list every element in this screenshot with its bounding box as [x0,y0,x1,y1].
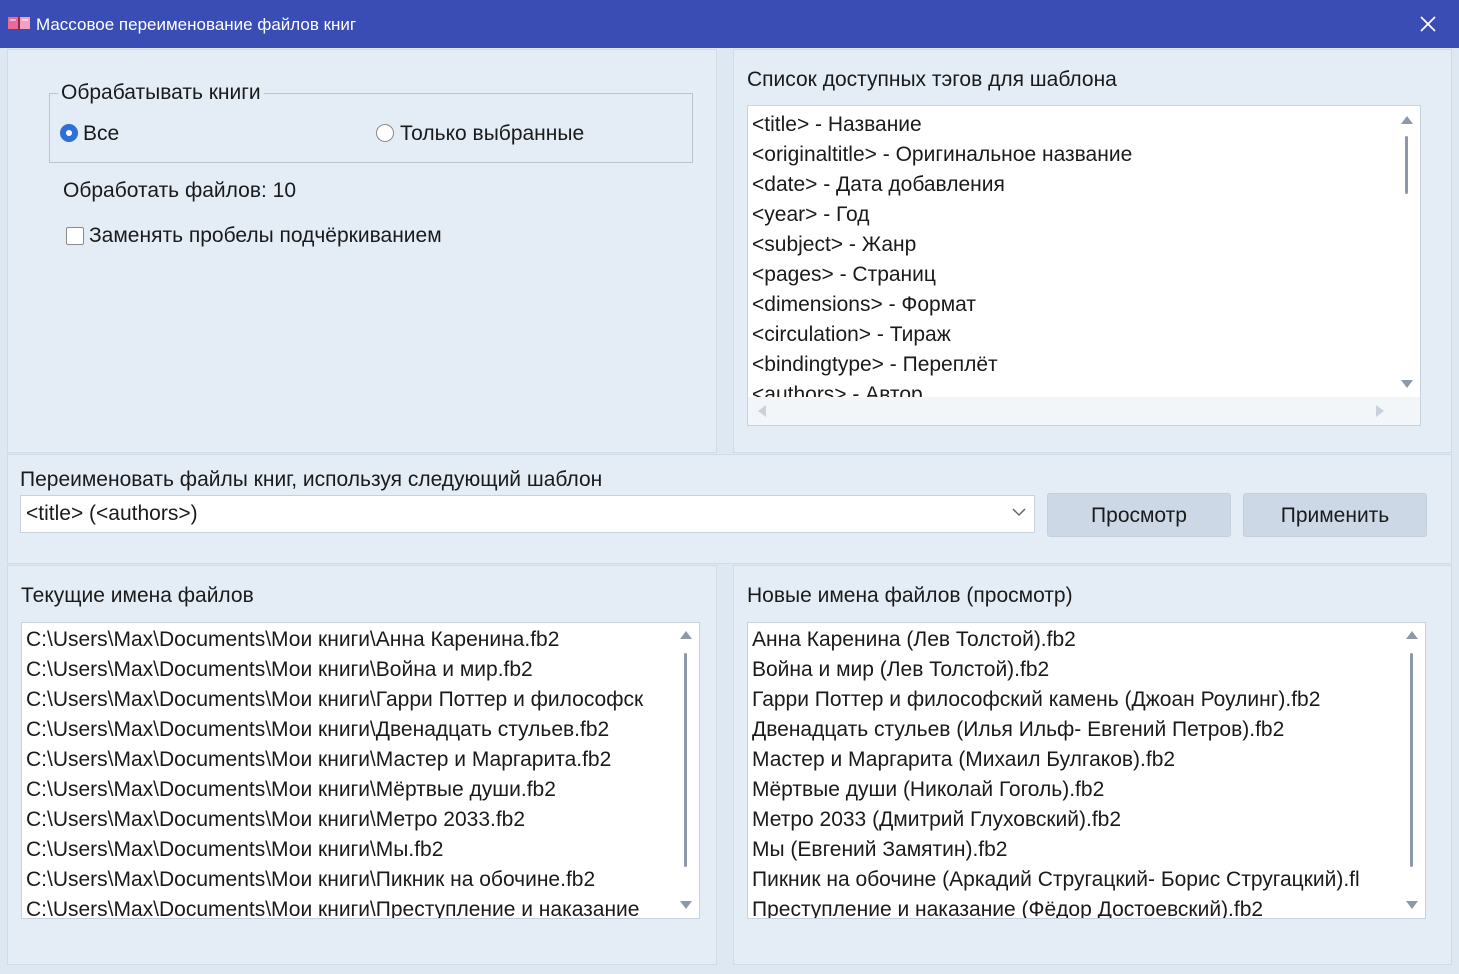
template-combobox[interactable]: <title> (<authors>) [20,495,1035,533]
preview-button[interactable]: Просмотр [1047,493,1231,537]
list-item[interactable]: <dimensions> - Формат [752,290,976,320]
files-count: Обработать файлов: 10 [63,179,296,202]
tags-title: Список доступных тэгов для шаблона [747,68,1117,91]
close-icon [1420,16,1436,32]
tags-vscrollbar[interactable] [1394,106,1420,398]
chevron-down-icon[interactable] [1012,508,1026,517]
current-files-vscrollbar[interactable] [673,623,699,918]
list-item[interactable]: Война и мир (Лев Толстой).fb2 [752,655,1049,685]
template-label: Переименовать файлы книг, используя след… [20,468,603,491]
new-files-vscrollbar[interactable] [1399,623,1425,918]
list-item[interactable]: Мы (Евгений Замятин).fb2 [752,835,1008,865]
list-item[interactable]: C:\Users\Max\Documents\Мои книги\Мёртвые… [26,775,556,805]
tags-list[interactable]: <title> - Название <originaltitle> - Ори… [747,105,1421,426]
apply-button[interactable]: Применить [1243,493,1427,537]
new-files-list[interactable]: Анна Каренина (Лев Толстой).fb2 Война и … [747,622,1426,919]
title-bar: Массовое переименование файлов книг [0,0,1459,48]
list-item[interactable]: Мастер и Маргарита (Михаил Булгаков).fb2 [752,745,1175,775]
list-item[interactable]: C:\Users\Max\Documents\Мои книги\Война и… [26,655,533,685]
list-item[interactable]: <subject> - Жанр [752,230,916,260]
scroll-thumb[interactable] [684,653,687,867]
radio-selected-label[interactable]: Только выбранные [400,122,584,146]
scroll-down-arrow-icon[interactable] [1406,901,1418,909]
list-item[interactable]: <year> - Год [752,200,869,230]
list-item[interactable]: C:\Users\Max\Documents\Мои книги\Метро 2… [26,805,525,835]
list-item[interactable]: Двенадцать стульев (Илья Ильф- Евгений П… [752,715,1284,745]
list-item[interactable]: C:\Users\Max\Documents\Мои книги\Анна Ка… [26,625,559,655]
tags-hscrollbar[interactable] [748,397,1420,425]
list-item[interactable]: Метро 2033 (Дмитрий Глуховский).fb2 [752,805,1121,835]
replace-spaces-label[interactable]: Заменять пробелы подчёркиванием [89,224,442,248]
list-item[interactable]: <title> - Название [752,110,922,140]
template-value[interactable]: <title> (<authors>) [26,502,198,526]
list-item[interactable]: Анна Каренина (Лев Толстой).fb2 [752,625,1076,655]
list-item[interactable]: C:\Users\Max\Documents\Мои книги\Гарри П… [26,685,643,715]
scroll-thumb[interactable] [1405,136,1408,194]
list-item[interactable]: Пикник на обочине (Аркадий Стругацкий- Б… [752,865,1360,895]
list-item[interactable]: C:\Users\Max\Documents\Мои книги\Двенадц… [26,715,609,745]
window-title: Массовое переименование файлов книг [36,15,357,34]
scroll-left-arrow-icon[interactable] [758,405,766,417]
list-item[interactable]: <date> - Дата добавления [752,170,1005,200]
list-item[interactable]: C:\Users\Max\Documents\Мои книги\Мастер … [26,745,611,775]
list-item[interactable]: <pages> - Страниц [752,260,936,290]
list-item[interactable]: <circulation> - Тираж [752,320,951,350]
replace-spaces-checkbox[interactable] [66,227,84,245]
list-item[interactable]: <bindingtype> - Переплёт [752,350,998,380]
process-legend: Обрабатывать книги [58,81,264,105]
radio-all[interactable] [60,124,78,142]
list-item[interactable]: C:\Users\Max\Documents\Мои книги\Мы.fb2 [26,835,443,865]
scroll-up-arrow-icon[interactable] [1401,116,1413,124]
close-button[interactable] [1397,0,1459,48]
scroll-up-arrow-icon[interactable] [680,631,692,639]
scroll-up-arrow-icon[interactable] [1406,631,1418,639]
list-item[interactable]: <originaltitle> - Оригинальное название [752,140,1132,170]
list-item[interactable]: C:\Users\Max\Documents\Мои книги\Пикник … [26,865,595,895]
current-files-list[interactable]: C:\Users\Max\Documents\Мои книги\Анна Ка… [21,622,700,919]
radio-selected[interactable] [376,124,394,142]
scroll-thumb[interactable] [1410,653,1413,867]
scroll-right-arrow-icon[interactable] [1376,405,1384,417]
scroll-down-arrow-icon[interactable] [680,901,692,909]
new-files-title: Новые имена файлов (просмотр) [747,584,1073,607]
list-item[interactable]: Преступление и наказание (Фёдор Достоевс… [752,895,1263,918]
list-item[interactable]: Гарри Поттер и философский камень (Джоан… [752,685,1320,715]
book-icon [8,16,30,30]
current-files-title: Текущие имена файлов [21,584,254,607]
list-item[interactable]: C:\Users\Max\Documents\Мои книги\Преступ… [26,895,639,918]
scroll-down-arrow-icon[interactable] [1401,380,1413,388]
radio-all-label[interactable]: Все [83,122,119,146]
list-item[interactable]: Мёртвые души (Николай Гоголь).fb2 [752,775,1104,805]
